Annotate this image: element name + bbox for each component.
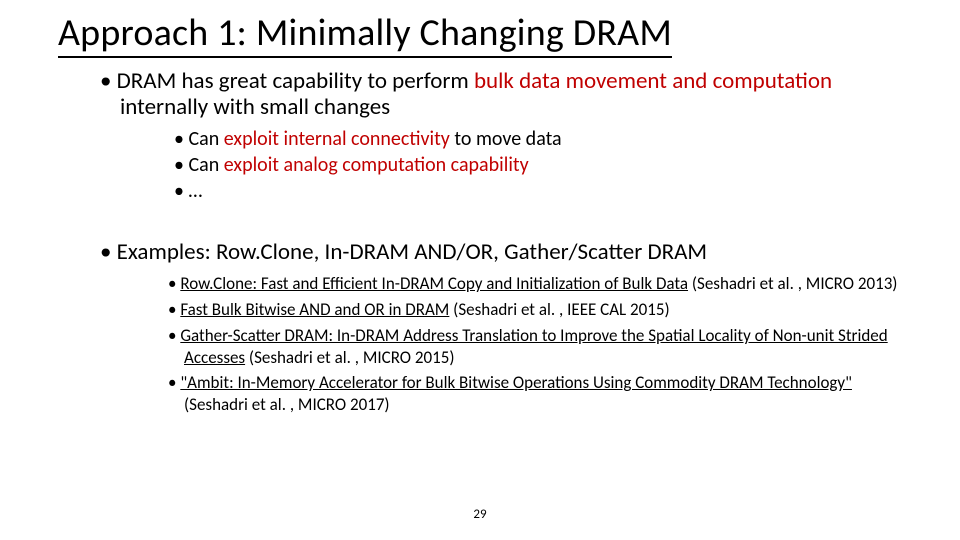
ref-4: "Ambit: In-Memory Accelerator for Bulk B…: [168, 372, 900, 416]
bullet-1a: Can exploit internal connectivity to mov…: [174, 127, 900, 151]
ref-1: Row.Clone: Fast and Efficient In-DRAM Co…: [168, 273, 900, 295]
bullet-2-text: Examples: Row.Clone, In-DRAM AND/OR, Gat…: [117, 238, 707, 266]
slide: Approach 1: Minimally Changing DRAM DRAM…: [0, 0, 960, 540]
bullet-2: Examples: Row.Clone, In-DRAM AND/OR, Gat…: [100, 239, 900, 416]
ref-1-cite: (Seshadri et al. , MICRO 2013): [688, 273, 897, 294]
bullet-1a-post: to move data: [450, 127, 562, 151]
bullet-1: DRAM has great capability to perform bul…: [100, 68, 900, 203]
bullet-1b-pre: Can: [188, 153, 223, 177]
page-number: 29: [0, 507, 960, 522]
bullet-1b-red: exploit analog computation capability: [224, 153, 529, 177]
bullet-list-lvl1: DRAM has great capability to perform bul…: [100, 68, 900, 416]
ref-2-title: Fast Bulk Bitwise AND and OR in DRAM: [180, 299, 449, 320]
ref-3: Gather-Scatter DRAM: In-DRAM Address Tra…: [168, 325, 900, 369]
slide-title: Approach 1: Minimally Changing DRAM: [58, 10, 960, 56]
ref-2: Fast Bulk Bitwise AND and OR in DRAM (Se…: [168, 299, 900, 321]
bullet-1b: Can exploit analog computation capabilit…: [174, 153, 900, 177]
bullet-1a-pre: Can: [188, 127, 223, 151]
ref-4-cite: (Seshadri et al. , MICRO 2017): [184, 394, 390, 415]
bullet-1a-red: exploit internal connectivity: [224, 127, 450, 151]
bullet-1-pre: DRAM has great capability to perform: [117, 67, 474, 95]
bullet-2-sublist: Row.Clone: Fast and Efficient In-DRAM Co…: [168, 273, 900, 416]
ref-3-cite: (Seshadri et al. , MICRO 2015): [245, 347, 454, 368]
bullet-1-post: internally with small changes: [120, 93, 390, 121]
bullet-1c-text: …: [188, 179, 202, 203]
ref-2-cite: (Seshadri et al. , IEEE CAL 2015): [449, 299, 669, 320]
bullet-1c: …: [174, 179, 900, 203]
bullet-1-red: bulk data movement and computation: [474, 67, 832, 95]
bullet-1-sublist: Can exploit internal connectivity to mov…: [174, 127, 900, 203]
slide-title-text: Approach 1: Minimally Changing DRAM: [58, 10, 672, 58]
ref-1-title: Row.Clone: Fast and Efficient In-DRAM Co…: [180, 273, 688, 294]
ref-4-title: "Ambit: In-Memory Accelerator for Bulk B…: [180, 372, 852, 393]
